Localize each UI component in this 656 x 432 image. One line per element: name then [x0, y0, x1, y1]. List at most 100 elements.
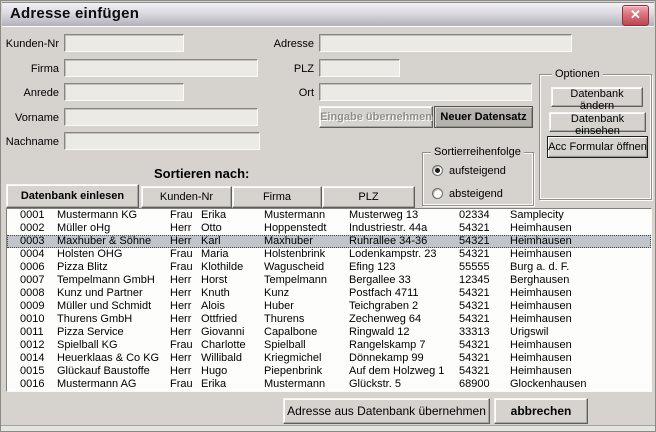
- cell-5: Postfach 4711: [349, 287, 419, 300]
- new-record-button[interactable]: Neuer Datensatz: [434, 106, 533, 128]
- cell-0: 0001: [20, 209, 44, 222]
- insert-address-dialog: Adresse einfügen ✕ Kunden-Nr Firma Anred…: [0, 0, 656, 432]
- change-database-button[interactable]: Datenbank ändern: [551, 87, 643, 107]
- cell-3: Hugo: [201, 365, 227, 378]
- table-row[interactable]: 0008Kunz und PartnerHerrKnuthKunzPostfac…: [7, 287, 651, 300]
- take-address-button[interactable]: Adresse aus Datenbank übernehmen: [283, 398, 490, 424]
- ascending-radio-label[interactable]: aufsteigend: [449, 165, 506, 177]
- table-row[interactable]: 0009Müller und SchmidtHerrAloisHuberTeic…: [7, 300, 651, 313]
- cell-7: Heimhausen: [510, 365, 572, 378]
- table-row[interactable]: 0014Heuerklaas & Co KGHerrWillibaldKrieg…: [7, 352, 651, 365]
- cell-4: Piepenbrink: [264, 365, 322, 378]
- cell-1: Heuerklaas & Co KG: [57, 352, 159, 365]
- ort-field[interactable]: [319, 83, 532, 101]
- cancel-button[interactable]: abbrechen: [494, 398, 588, 424]
- descending-radio-label[interactable]: absteigend: [449, 188, 503, 200]
- nachname-field[interactable]: [64, 132, 260, 150]
- table-row[interactable]: 0011Pizza ServiceHerrGiovanniCapalboneRi…: [7, 326, 651, 339]
- cell-1: Tempelmann GmbH: [57, 274, 155, 287]
- ascending-radio[interactable]: [432, 165, 443, 176]
- vorname-label: Vorname: [1, 112, 59, 124]
- cell-2: Herr: [170, 352, 191, 365]
- vorname-field[interactable]: [64, 108, 258, 126]
- table-row[interactable]: 0010Thurens GmbHHerrOttfriedThurensZeche…: [7, 313, 651, 326]
- cell-4: Huber: [264, 300, 294, 313]
- anrede-field[interactable]: [64, 83, 184, 101]
- cell-0: 0004: [20, 248, 44, 261]
- cell-7: Berghausen: [510, 274, 569, 287]
- adresse-field[interactable]: [319, 34, 572, 52]
- cell-5: Auf dem Holzweg 1: [349, 365, 444, 378]
- address-list[interactable]: 0001Mustermann KGFrauErikaMustermannMust…: [6, 208, 652, 392]
- table-row[interactable]: 0016Mustermann AGFrauErikaMustermannGlüc…: [7, 378, 651, 391]
- table-row[interactable]: 0001Mustermann KGFrauErikaMustermannMust…: [7, 209, 651, 222]
- sort-order-group-title: Sortierreihenfolge: [431, 146, 524, 158]
- open-acc-form-button[interactable]: Acc Formular öffnen: [547, 136, 648, 158]
- cell-6: 54321: [459, 300, 490, 313]
- cell-3: Ottfried: [201, 313, 237, 326]
- close-button[interactable]: ✕: [622, 5, 649, 26]
- cell-2: Herr: [170, 300, 191, 313]
- adresse-label: Adresse: [251, 38, 314, 50]
- firma-field[interactable]: [64, 59, 258, 77]
- kunden-nr-field[interactable]: [64, 34, 184, 52]
- read-database-button[interactable]: Datenbank einlesen: [6, 184, 139, 208]
- cell-1: Pizza Blitz: [57, 261, 108, 274]
- cell-4: Kunz: [264, 287, 289, 300]
- cell-2: Frau: [170, 209, 193, 222]
- cell-3: Karl: [201, 235, 221, 248]
- cell-1: Maxhuber & Söhne: [57, 235, 151, 248]
- title-bar[interactable]: Adresse einfügen ✕: [2, 2, 654, 27]
- sort-by-heading: Sortieren nach:: [154, 166, 249, 181]
- cell-1: Mustermann AG: [57, 378, 136, 391]
- cell-6: 54321: [459, 287, 490, 300]
- cell-6: 54321: [459, 352, 490, 365]
- table-row[interactable]: 0003Maxhuber & SöhneHerrKarlMaxhuberRuhr…: [7, 235, 651, 248]
- cell-6: 33313: [459, 326, 490, 339]
- cell-7: Burg a. d. F.: [510, 261, 569, 274]
- sort-by-plz-button[interactable]: PLZ: [322, 186, 415, 208]
- table-row[interactable]: 0007Tempelmann GmbHHerrHorstTempelmannBe…: [7, 274, 651, 287]
- cell-0: 0010: [20, 313, 44, 326]
- view-database-button[interactable]: Datenbank einsehen: [549, 112, 646, 132]
- table-row[interactable]: 0012Spielball KGFrauCharlotteSpielballRa…: [7, 339, 651, 352]
- cell-1: Pizza Service: [57, 326, 124, 339]
- cell-2: Frau: [170, 378, 193, 391]
- cell-6: 68900: [459, 378, 490, 391]
- cell-3: Klothilde: [201, 261, 243, 274]
- cell-4: Holstenbrink: [264, 248, 325, 261]
- cell-2: Herr: [170, 326, 191, 339]
- cell-5: Ruhrallee 34-36: [349, 235, 427, 248]
- descending-radio[interactable]: [432, 188, 443, 199]
- table-row[interactable]: 0006Pizza BlitzFrauKlothildeWaguscheidEf…: [7, 261, 651, 274]
- table-row[interactable]: 0002Müller oHgHerrOttoHoppenstedtIndustr…: [7, 222, 651, 235]
- cell-0: 0011: [20, 326, 44, 339]
- cell-7: Heimhausen: [510, 248, 572, 261]
- cell-6: 54321: [459, 248, 490, 261]
- cell-7: Glockenhausen: [510, 378, 586, 391]
- table-row[interactable]: 0015Glückauf BaustoffeHerrHugoPiepenbrin…: [7, 365, 651, 378]
- cell-1: Spielball KG: [57, 339, 118, 352]
- cell-1: Müller und Schmidt: [57, 300, 151, 313]
- sort-by-firma-button[interactable]: Firma: [232, 186, 322, 208]
- cell-3: Otto: [201, 222, 222, 235]
- cell-5: Glückstr. 5: [349, 378, 401, 391]
- plz-field[interactable]: [319, 59, 400, 77]
- nachname-label: Nachname: [1, 136, 59, 148]
- cell-5: Dönnekamp 99: [349, 352, 424, 365]
- window-title: Adresse einfügen: [10, 5, 139, 22]
- cell-7: Samplecity: [510, 209, 564, 222]
- cell-5: Teichgraben 2: [349, 300, 418, 313]
- firma-label: Firma: [1, 63, 59, 75]
- cell-5: Ringwald 12: [349, 326, 410, 339]
- cell-5: Zechenweg 64: [349, 313, 421, 326]
- cell-1: Müller oHg: [57, 222, 110, 235]
- cell-2: Herr: [170, 365, 191, 378]
- cell-5: Lodenkampstr. 23: [349, 248, 436, 261]
- cell-7: Heimhausen: [510, 235, 572, 248]
- cell-3: Erika: [201, 209, 226, 222]
- sort-by-kunden-nr-button[interactable]: Kunden-Nr: [141, 186, 232, 208]
- table-row[interactable]: 0004Holsten OHGFrauMariaHolstenbrinkLode…: [7, 248, 651, 261]
- cell-3: Erika: [201, 378, 226, 391]
- cell-4: Kriegmichel: [264, 352, 321, 365]
